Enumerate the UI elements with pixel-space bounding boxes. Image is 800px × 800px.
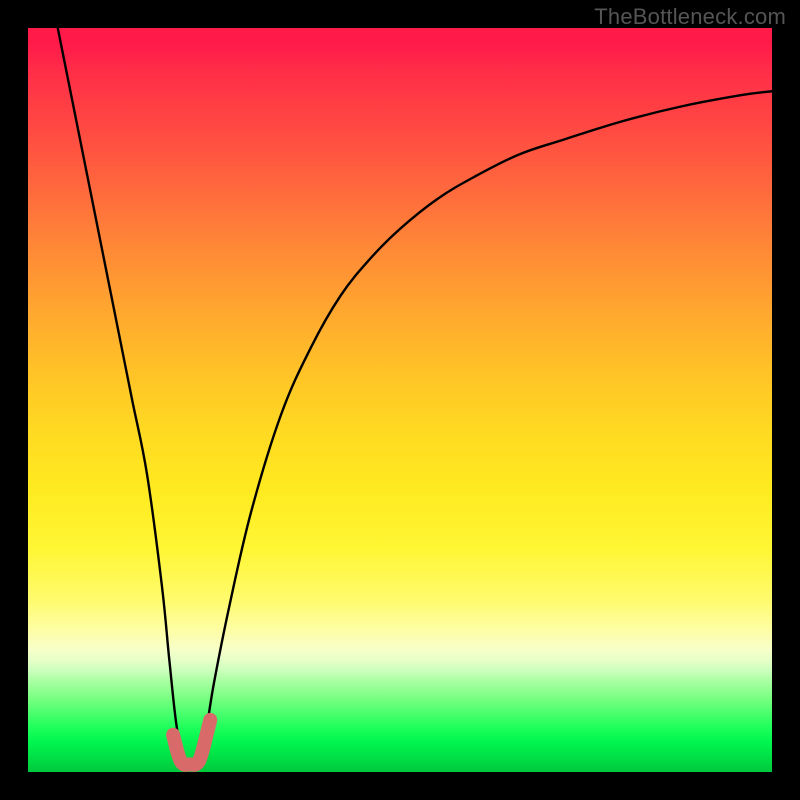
bottleneck-highlight-curve (173, 720, 210, 765)
chart-frame: TheBottleneck.com (0, 0, 800, 800)
watermark-text: TheBottleneck.com (594, 4, 786, 30)
curve-layer (28, 28, 772, 772)
main-curve (58, 28, 772, 765)
plot-area (28, 28, 772, 772)
